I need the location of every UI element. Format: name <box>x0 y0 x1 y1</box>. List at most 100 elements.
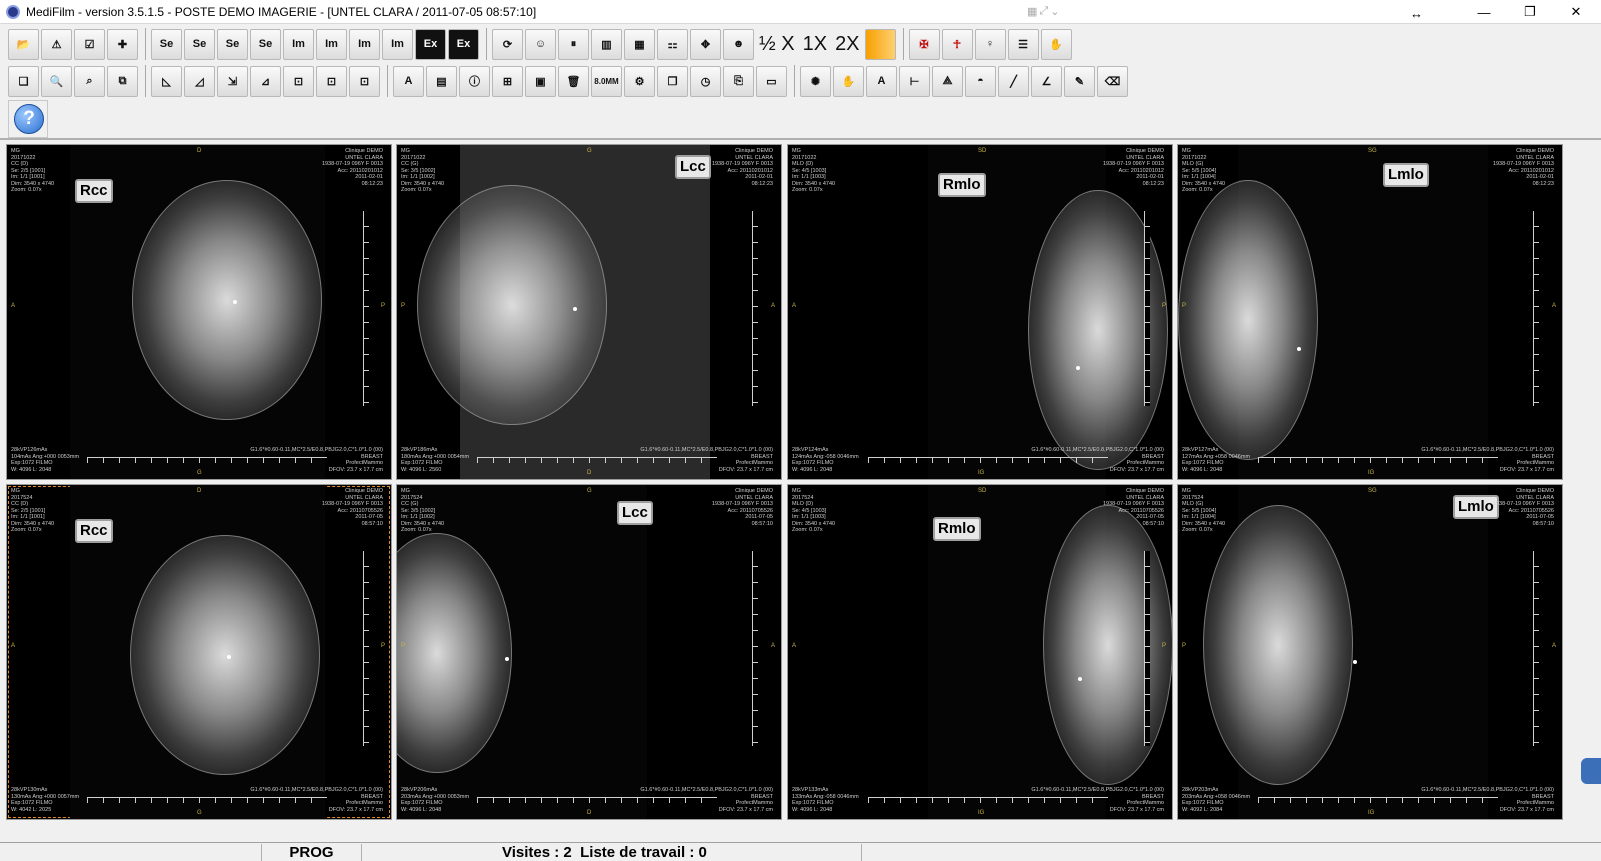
copy-icon[interactable]: ⧉ <box>107 65 138 97</box>
roi-1-icon[interactable]: ⊡ <box>283 65 314 97</box>
status-mode: PROG <box>262 843 362 861</box>
overlay-top-left: MG 2017524 MLO (D) Se: 4/5 [1003] Im: 1/… <box>792 488 836 533</box>
brightness-icon[interactable]: ✺ <box>800 65 831 97</box>
next-exam-button[interactable]: Ex <box>448 28 479 60</box>
line-icon[interactable]: ╱ <box>998 65 1029 97</box>
compass-icon[interactable]: ⟁ <box>932 65 963 97</box>
status-bar: PROG Visites : 2 Liste de travail : 0 <box>0 842 1601 861</box>
flip-h-icon[interactable]: ◺ <box>151 65 182 97</box>
ruler-8mm-button[interactable]: 8.0MM <box>591 65 622 97</box>
separator <box>387 65 388 97</box>
images-icon[interactable]: ❐ <box>657 65 688 97</box>
magnifier-icon[interactable]: 🔍 <box>41 65 72 97</box>
title-bar-mini-controls[interactable]: ▦ ⤢ ⌄ <box>1027 2 1077 20</box>
magnifier-2-icon[interactable]: ⌕ <box>74 65 105 97</box>
document-icon[interactable]: ▤ <box>426 65 457 97</box>
hand-icon[interactable]: ✋ <box>1040 28 1072 60</box>
open-folder-button[interactable]: 📂 <box>8 28 39 60</box>
toolbar-area: 📂 ⚠ ☑ ✚ Se Se Se Se Im Im Im Im Ex Ex ⟳ … <box>0 24 1601 136</box>
mirror-icon[interactable]: ⊿ <box>250 65 281 97</box>
breast-tissue <box>132 180 322 420</box>
grid-overlay-icon[interactable]: ⊞ <box>492 65 523 97</box>
close-button[interactable]: ✕ <box>1553 0 1599 24</box>
sync-icon[interactable]: ⟳ <box>492 28 523 60</box>
open-doc-icon[interactable]: ⎘ <box>723 65 754 97</box>
orientation-left: A <box>792 303 797 309</box>
breast-tissue <box>1043 505 1172 785</box>
warning-button[interactable]: ⚠ <box>41 28 72 60</box>
angle-icon[interactable]: ∠ <box>1031 65 1062 97</box>
help-button[interactable]: ? <box>14 104 44 134</box>
overlay-bottom-left: 28kVP130mAs 130mAs Ang:+000 0057mm Exp:1… <box>11 787 80 813</box>
orientation-top: D <box>197 148 202 154</box>
image-pane[interactable]: Rmlo MG 20171022 MLO (D) Se: 4/5 [1003] I… <box>787 144 1173 480</box>
maximize-button[interactable]: ❐ <box>1507 0 1553 24</box>
next-series-button[interactable]: Se <box>217 28 248 60</box>
overlay-bottom-left: 28kVP124mAs 124mAs Ang:-058 0046mm Exp:1… <box>792 447 859 473</box>
compare-icon[interactable]: ⚏ <box>657 28 688 60</box>
horizontal-ruler <box>87 457 327 463</box>
patient-icon[interactable]: ☻ <box>723 28 754 60</box>
orientation-bottom: D <box>587 469 592 476</box>
rotate-icon[interactable]: ⇲ <box>217 65 248 97</box>
first-series-button[interactable]: Se <box>151 28 182 60</box>
body-outline-icon[interactable]: ☥ <box>941 28 973 60</box>
last-series-button[interactable]: Se <box>250 28 281 60</box>
flip-v-icon[interactable]: ◿ <box>184 65 215 97</box>
toolbar-row-2: ❏ 🔍 ⌕ ⧉ ◺ ◿ ⇲ ⊿ ⊡ ⊡ ⊡ A ▤ ⓘ ⊞ ▣ 🗑 8.0MM … <box>8 63 1130 99</box>
pan-hand-icon[interactable]: ✋ <box>833 65 864 97</box>
overlay-top-left: MG 20171022 CC (G) Se: 3/5 [1002] Im: 1/… <box>401 148 445 193</box>
view-marker-label: Rmlo <box>933 517 981 541</box>
zoom-2x-button[interactable]: 2X <box>832 29 862 60</box>
expand-mini-icon[interactable]: ⤢ <box>1039 5 1048 18</box>
image-pane[interactable]: Lcc MG 20171022 CC (G) Se: 3/5 [1002] Im:… <box>396 144 782 480</box>
overlay-top-left: MG 20171022 MLO (D) Se: 4/5 [1003] Im: 1… <box>792 148 836 193</box>
annotate-a-icon[interactable]: A <box>393 65 424 97</box>
image-pane[interactable]: Rcc MG 20171022 CC (D) Se: 2/5 [1001] Im:… <box>6 144 392 480</box>
image-pane[interactable]: Rcc MG 2017524 CC (D) Se: 2/5 [1001] Im: … <box>6 484 392 820</box>
body-red-icon[interactable]: ✠ <box>908 28 940 60</box>
protractor-icon[interactable]: ◓ <box>965 65 996 97</box>
pencil-icon[interactable]: ✎ <box>1064 65 1095 97</box>
grid-mini-icon[interactable]: ▦ <box>1027 5 1037 18</box>
vertical-ruler <box>1144 211 1152 406</box>
next-image-button[interactable]: Im <box>349 28 380 60</box>
image-pane[interactable]: Lmlo MG 2017524 MLO (G) Se: 5/5 [1004] Im… <box>1177 484 1563 820</box>
prev-image-button[interactable]: Im <box>316 28 347 60</box>
measure-ruler-icon[interactable]: ⊢ <box>899 65 930 97</box>
info-icon[interactable]: ⓘ <box>459 65 490 97</box>
clock-icon[interactable]: ◷ <box>690 65 721 97</box>
checklist-button[interactable]: ☑ <box>74 28 105 60</box>
roi-2-icon[interactable]: ⊡ <box>316 65 347 97</box>
color-map-icon[interactable] <box>864 28 896 60</box>
trash-icon[interactable]: 🗑 <box>558 65 589 97</box>
roi-3-icon[interactable]: ⊡ <box>349 65 380 97</box>
eraser-icon[interactable]: ⌫ <box>1097 65 1128 97</box>
chevron-down-icon[interactable]: ⌄ <box>1050 5 1059 18</box>
body-icon[interactable]: ♀ <box>974 28 1006 60</box>
image-pane[interactable]: Lmlo MG 20171022 MLO (G) Se: 5/5 [1004] I… <box>1177 144 1563 480</box>
minimize-button[interactable]: — <box>1461 0 1507 24</box>
pause-icon[interactable]: ⏸ <box>558 28 589 60</box>
image-pane[interactable]: Rmlo MG 2017524 MLO (D) Se: 4/5 [1003] Im… <box>787 484 1173 820</box>
move-icon[interactable]: ✥ <box>690 28 721 60</box>
text-annotation-icon[interactable]: A <box>866 65 897 97</box>
book-icon[interactable]: ▣ <box>525 65 556 97</box>
prev-exam-button[interactable]: Ex <box>415 28 446 60</box>
last-image-button[interactable]: Im <box>382 28 413 60</box>
zoom-half-button[interactable]: ½ X <box>756 29 798 60</box>
hands-icon[interactable]: ☰ <box>1007 28 1039 60</box>
prev-series-button[interactable]: Se <box>184 28 215 60</box>
first-image-button[interactable]: Im <box>283 28 314 60</box>
view-marker-label: Lmlo <box>1383 163 1429 187</box>
teamviewer-tab-icon[interactable] <box>1581 758 1601 784</box>
person-icon[interactable]: ☺ <box>525 28 556 60</box>
add-folder-button[interactable]: ✚ <box>107 28 138 60</box>
scale-icon[interactable]: ▭ <box>756 65 787 97</box>
image-pane[interactable]: Lcc MG 2017524 CC (G) Se: 3/5 [1002] Im: … <box>396 484 782 820</box>
grid-layout-icon[interactable]: ▦ <box>624 28 655 60</box>
zoom-1x-button[interactable]: 1X <box>800 29 830 60</box>
stack-icon[interactable]: ❏ <box>8 65 39 97</box>
film-icon[interactable]: ⚙ <box>624 65 655 97</box>
layout-1x2-icon[interactable]: ▥ <box>591 28 622 60</box>
